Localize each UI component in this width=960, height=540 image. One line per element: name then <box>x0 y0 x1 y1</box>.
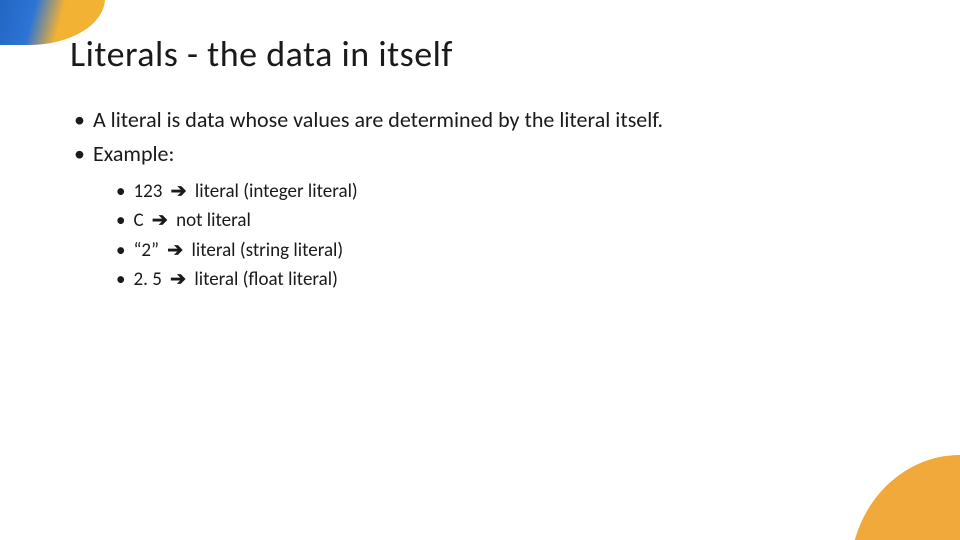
bullet-icon: • <box>116 237 125 265</box>
example-value: C <box>133 209 143 232</box>
list-item-text: Example: <box>93 138 174 170</box>
list-item: • 2. 5 ➔ literal (float literal) <box>116 266 910 294</box>
bullet-list-level1: • A literal is data whose values are det… <box>74 104 910 170</box>
list-item-text: 2. 5 ➔ literal (float literal) <box>133 266 337 294</box>
list-item-text: A literal is data whose values are deter… <box>93 104 663 136</box>
bullet-icon: • <box>74 104 85 136</box>
example-desc: literal (float literal) <box>194 268 338 291</box>
example-desc: literal (string literal) <box>192 239 344 262</box>
example-desc: literal (integer literal) <box>195 180 358 203</box>
content-area: Literals - the data in itself • A litera… <box>70 32 910 296</box>
example-desc: not literal <box>176 209 251 232</box>
bullet-list-level2: • 123 ➔ literal (integer literal) • C ➔ … <box>116 178 910 294</box>
list-item: • C ➔ not literal <box>116 207 910 235</box>
decoration-bottom-right <box>830 440 960 540</box>
list-item: • “2” ➔ literal (string literal) <box>116 237 910 265</box>
arrow-right-icon: ➔ <box>170 266 186 294</box>
arrow-right-icon: ➔ <box>171 178 187 206</box>
list-item: • 123 ➔ literal (integer literal) <box>116 178 910 206</box>
arrow-right-icon: ➔ <box>152 207 168 235</box>
example-value: 2. 5 <box>133 268 161 291</box>
list-item-text: “2” ➔ literal (string literal) <box>133 237 343 265</box>
list-item-text: 123 ➔ literal (integer literal) <box>133 178 357 206</box>
bullet-icon: • <box>74 138 85 170</box>
list-item: • Example: <box>74 138 910 170</box>
arrow-right-icon: ➔ <box>167 237 183 265</box>
slide: Literals - the data in itself • A litera… <box>0 0 960 540</box>
list-item: • A literal is data whose values are det… <box>74 104 910 136</box>
bullet-icon: • <box>116 266 125 294</box>
example-value: “2” <box>133 239 159 262</box>
list-item-text: C ➔ not literal <box>133 207 250 235</box>
example-value: 123 <box>133 180 162 203</box>
decoration-orange-shape <box>850 455 960 540</box>
bullet-icon: • <box>116 207 125 235</box>
slide-title: Literals - the data in itself <box>70 32 910 76</box>
bullet-icon: • <box>116 178 125 206</box>
